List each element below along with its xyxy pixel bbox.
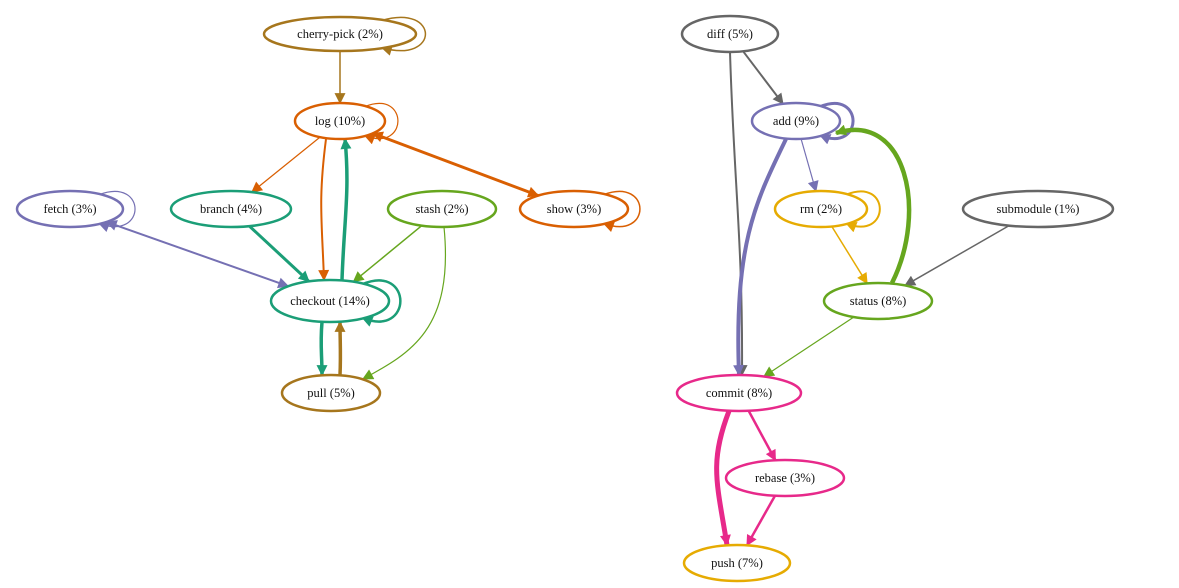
node-add-label: add (9%): [773, 114, 819, 128]
edge-rm-to-status: [831, 226, 868, 285]
edge-submodule-to-status: [904, 224, 1010, 287]
node-status-label: status (8%): [850, 294, 907, 308]
node-diff[interactable]: diff (5%): [680, 14, 780, 54]
node-pull[interactable]: pull (5%): [280, 373, 382, 413]
edge-log-to-checkout: [318, 138, 330, 282]
node-branch-label: branch (4%): [200, 202, 262, 216]
node-stash-label: stash (2%): [415, 202, 468, 216]
node-log[interactable]: log (10%): [293, 101, 387, 141]
node-show-label: show (3%): [547, 202, 602, 216]
edge-checkout-to-pull: [316, 321, 328, 377]
node-push-label: push (7%): [711, 556, 763, 570]
node-log-label: log (10%): [315, 114, 365, 128]
node-cherry-pick[interactable]: cherry-pick (2%): [262, 15, 418, 53]
node-push[interactable]: push (7%): [682, 543, 792, 583]
nodes-layer: cherry-pick (2%) log (10%) fetch (3%) branc…: [15, 14, 1115, 583]
node-status[interactable]: status (8%): [822, 281, 934, 321]
node-submodule[interactable]: submodule (1%): [961, 189, 1115, 229]
node-rebase-label: rebase (3%): [755, 471, 815, 485]
node-diff-label: diff (5%): [707, 27, 753, 41]
node-commit[interactable]: commit (8%): [675, 373, 803, 413]
edge-branch-to-checkout: [248, 225, 310, 283]
node-rm[interactable]: rm (2%): [773, 189, 869, 229]
node-rebase[interactable]: rebase (3%): [724, 458, 846, 498]
edge-diff-to-add: [742, 50, 784, 105]
node-cherry-pick-label: cherry-pick (2%): [297, 27, 383, 41]
node-show[interactable]: show (3%): [518, 189, 630, 229]
edge-checkout-to-log: [340, 137, 352, 281]
node-fetch-label: fetch (3%): [43, 202, 96, 216]
edge-rebase-to-push: [745, 495, 777, 547]
edge-commit-to-rebase: [747, 410, 777, 462]
node-stash[interactable]: stash (2%): [386, 189, 498, 229]
node-submodule-label: submodule (1%): [997, 202, 1080, 216]
edge-add-to-rm: [800, 138, 819, 193]
node-rm-label: rm (2%): [800, 202, 842, 216]
node-add[interactable]: add (9%): [750, 101, 842, 141]
edge-log-to-show: [371, 131, 540, 198]
node-branch[interactable]: branch (4%): [169, 189, 293, 229]
node-fetch[interactable]: fetch (3%): [15, 189, 125, 229]
edge-fetch-to-checkout: [105, 220, 290, 289]
node-commit-label: commit (8%): [706, 386, 772, 400]
edge-status-to-commit: [762, 316, 855, 378]
edge-stash-to-checkout: [352, 225, 423, 283]
command-graph: cherry-pick (2%) log (10%) fetch (3%) branc…: [15, 14, 1115, 583]
edge-log-to-branch: [251, 136, 321, 193]
node-pull-label: pull (5%): [307, 386, 355, 400]
edges-layer: [98, 16, 1010, 547]
node-checkout[interactable]: checkout (14%): [269, 278, 391, 324]
node-checkout-label: checkout (14%): [290, 294, 369, 308]
edge-add-to-commit: [733, 138, 788, 377]
